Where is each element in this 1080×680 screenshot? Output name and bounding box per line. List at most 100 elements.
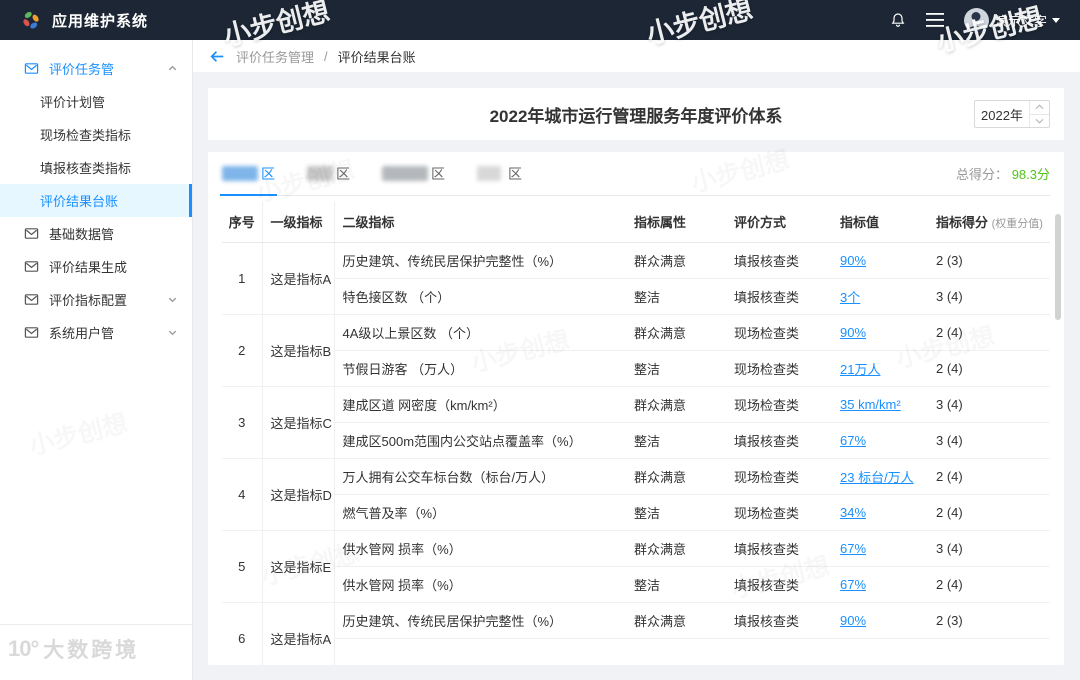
- avatar: [963, 7, 989, 33]
- indicator-value-link[interactable]: 35 km/km²: [840, 397, 901, 412]
- sidebar-item-填报核查类指标[interactable]: 填报核查类指标: [0, 151, 192, 184]
- cell-no: 5: [222, 530, 263, 603]
- spinner-up-icon[interactable]: [1030, 101, 1049, 114]
- cell-level2: 历史建筑、传统民居保护完整性（%）: [334, 242, 626, 279]
- cell-value: [832, 638, 928, 665]
- sidebar-item-评价结果台账[interactable]: 评价结果台账: [0, 184, 192, 217]
- cell-value: 67%: [832, 566, 928, 603]
- tab-district-2[interactable]: 区: [307, 152, 350, 195]
- table-row: 3 这是指标C 建成区道 网密度（km/km²） 群众满意 现场检查类 35 km/km²…: [222, 386, 1050, 459]
- menu-hamburger-icon[interactable]: [925, 13, 944, 27]
- col-header-score-main: 指标得分: [936, 215, 989, 231]
- cell-value: 90%: [832, 602, 928, 639]
- indicator-value-link[interactable]: 67%: [840, 577, 866, 592]
- redacted-district-name: [382, 166, 428, 181]
- back-arrow-icon[interactable]: [209, 48, 226, 65]
- year-selector[interactable]: 2022年: [974, 100, 1050, 128]
- cell-score: 3 (4): [928, 278, 1050, 315]
- cell-method: 填报核查类: [726, 422, 832, 459]
- tabs-group: 区区区区: [220, 152, 554, 196]
- cell-method: 现场检查类: [726, 350, 832, 387]
- tab-district-4[interactable]: 区: [477, 152, 522, 195]
- cell-score: 2 (4): [928, 458, 1050, 495]
- year-value: 2022年: [981, 107, 1023, 123]
- sidebar-item-系统用户管[interactable]: 系统用户管: [0, 316, 192, 349]
- indicator-value-link[interactable]: 3个: [840, 290, 860, 305]
- cell-attr: 整洁: [626, 422, 726, 459]
- indicator-value-link[interactable]: 90%: [840, 253, 866, 268]
- col-header-level1: 一级指标: [262, 202, 335, 243]
- cell-no: 1: [222, 242, 263, 315]
- cell-attr: 群众满意: [626, 530, 726, 567]
- cell-value: 21万人: [832, 350, 928, 387]
- cell-level1: 这是指标A: [262, 242, 335, 315]
- mail-icon: [24, 292, 39, 307]
- user-menu[interactable]: 演示文字: [963, 7, 1060, 33]
- cell-attr: 群众满意: [626, 602, 726, 639]
- cell-method: 现场检查类: [726, 314, 832, 351]
- indicator-value-link[interactable]: 90%: [840, 325, 866, 340]
- cell-no: 4: [222, 458, 263, 531]
- cell-value: 67%: [832, 422, 928, 459]
- cell-value: 34%: [832, 494, 928, 531]
- sidebar: 评价任务管评价计划管现场检查类指标 填报核查类指标 评价结果台账 基础数据管 评价结果生…: [0, 40, 193, 680]
- year-spinner: [1029, 101, 1049, 127]
- indicator-value-link[interactable]: 90%: [840, 613, 866, 628]
- sidebar-item-评价结果生成[interactable]: 评价结果生成: [0, 250, 192, 283]
- table-row: 节假日游客 （万人） 整洁 现场检查类 21万人 2 (4): [222, 350, 1050, 387]
- sidebar-item-评价计划管[interactable]: 评价计划管: [0, 85, 192, 118]
- notification-bell-icon[interactable]: [890, 12, 906, 28]
- col-header-method: 评价方式: [726, 202, 832, 243]
- sidebar-item-label: 评价计划管: [40, 95, 106, 110]
- cell-score: 2 (3): [928, 242, 1050, 279]
- col-header-score-note: (权重分值): [991, 218, 1043, 231]
- table-row: 供水管网 损率（%） 整洁 填报核查类 67% 2 (4): [222, 566, 1050, 603]
- cell-no: 2: [222, 314, 263, 387]
- mail-icon: [24, 259, 39, 274]
- cell-method: 填报核查类: [726, 278, 832, 315]
- indicator-value-link[interactable]: 23 标台/万人: [840, 470, 914, 485]
- col-header-value: 指标值: [832, 202, 928, 243]
- indicator-value-link[interactable]: 34%: [840, 505, 866, 520]
- table-body: 1 这是指标A 历史建筑、传统民居保护完整性（%） 群众满意 填报核查类 90% 2 (3)…: [222, 242, 1050, 665]
- table-scrollbar[interactable]: [1055, 214, 1061, 320]
- sidebar-item-基础数据管[interactable]: 基础数据管: [0, 217, 192, 250]
- mail-icon: [24, 61, 39, 76]
- tab-district-1[interactable]: 区: [220, 152, 277, 196]
- breadcrumb-parent[interactable]: 评价任务管理: [236, 47, 314, 66]
- table-row: [222, 638, 1050, 665]
- cell-level2: 特色接区数 （个）: [334, 278, 626, 315]
- breadcrumb-separator: /: [324, 48, 328, 64]
- cell-attr: 群众满意: [626, 242, 726, 279]
- tab-district-3[interactable]: 区: [382, 152, 445, 195]
- sidebar-item-评价指标配置[interactable]: 评价指标配置: [0, 283, 192, 316]
- chevron-down-icon: [1052, 17, 1060, 23]
- cell-value: 3个: [832, 278, 928, 315]
- sidebar-item-现场检查类指标[interactable]: 现场检查类指标: [0, 118, 192, 151]
- results-card: 区区区区 总得分： 98.3分 序号 一级指标 二级指标 指标属性 评价方式 指…: [208, 152, 1064, 665]
- mail-icon: [24, 325, 39, 340]
- cell-level1: 这是指标A: [262, 602, 335, 665]
- indicator-value-link[interactable]: 67%: [840, 541, 866, 556]
- table-row: 建成区500m范围内公交站点覆盖率（%） 整洁 填报核查类 67% 3 (4): [222, 422, 1050, 459]
- indicator-table: 序号 一级指标 二级指标 指标属性 评价方式 指标值 指标得分 (权重分值) 1…: [222, 202, 1050, 665]
- col-header-attr: 指标属性: [626, 202, 726, 243]
- cell-value: 35 km/km²: [832, 386, 928, 423]
- cell-attr: 群众满意: [626, 386, 726, 423]
- table-row: 特色接区数 （个） 整洁 填报核查类 3个 3 (4): [222, 278, 1050, 315]
- cell-score: 2 (4): [928, 566, 1050, 603]
- topbar: 应用维护系统 演示文字: [0, 0, 1080, 40]
- indicator-value-link[interactable]: 21万人: [840, 362, 880, 377]
- cell-score: 2 (4): [928, 350, 1050, 387]
- redacted-district-name: [307, 166, 333, 181]
- indicator-value-link[interactable]: 67%: [840, 433, 866, 448]
- tab-label: 区: [336, 165, 350, 182]
- cell-no: 3: [222, 386, 263, 459]
- table-row: 1 这是指标A 历史建筑、传统民居保护完整性（%） 群众满意 填报核查类 90% 2 (3): [222, 242, 1050, 315]
- sidebar-item-label: 系统用户管: [49, 326, 115, 341]
- cell-level2: 4A级以上景区数 （个）: [334, 314, 626, 351]
- sidebar-item-评价任务管[interactable]: 评价任务管: [0, 52, 192, 85]
- spinner-down-icon[interactable]: [1030, 113, 1049, 128]
- cell-level1: 这是指标D: [262, 458, 335, 531]
- cell-level2: 建成区500m范围内公交站点覆盖率（%）: [334, 422, 626, 459]
